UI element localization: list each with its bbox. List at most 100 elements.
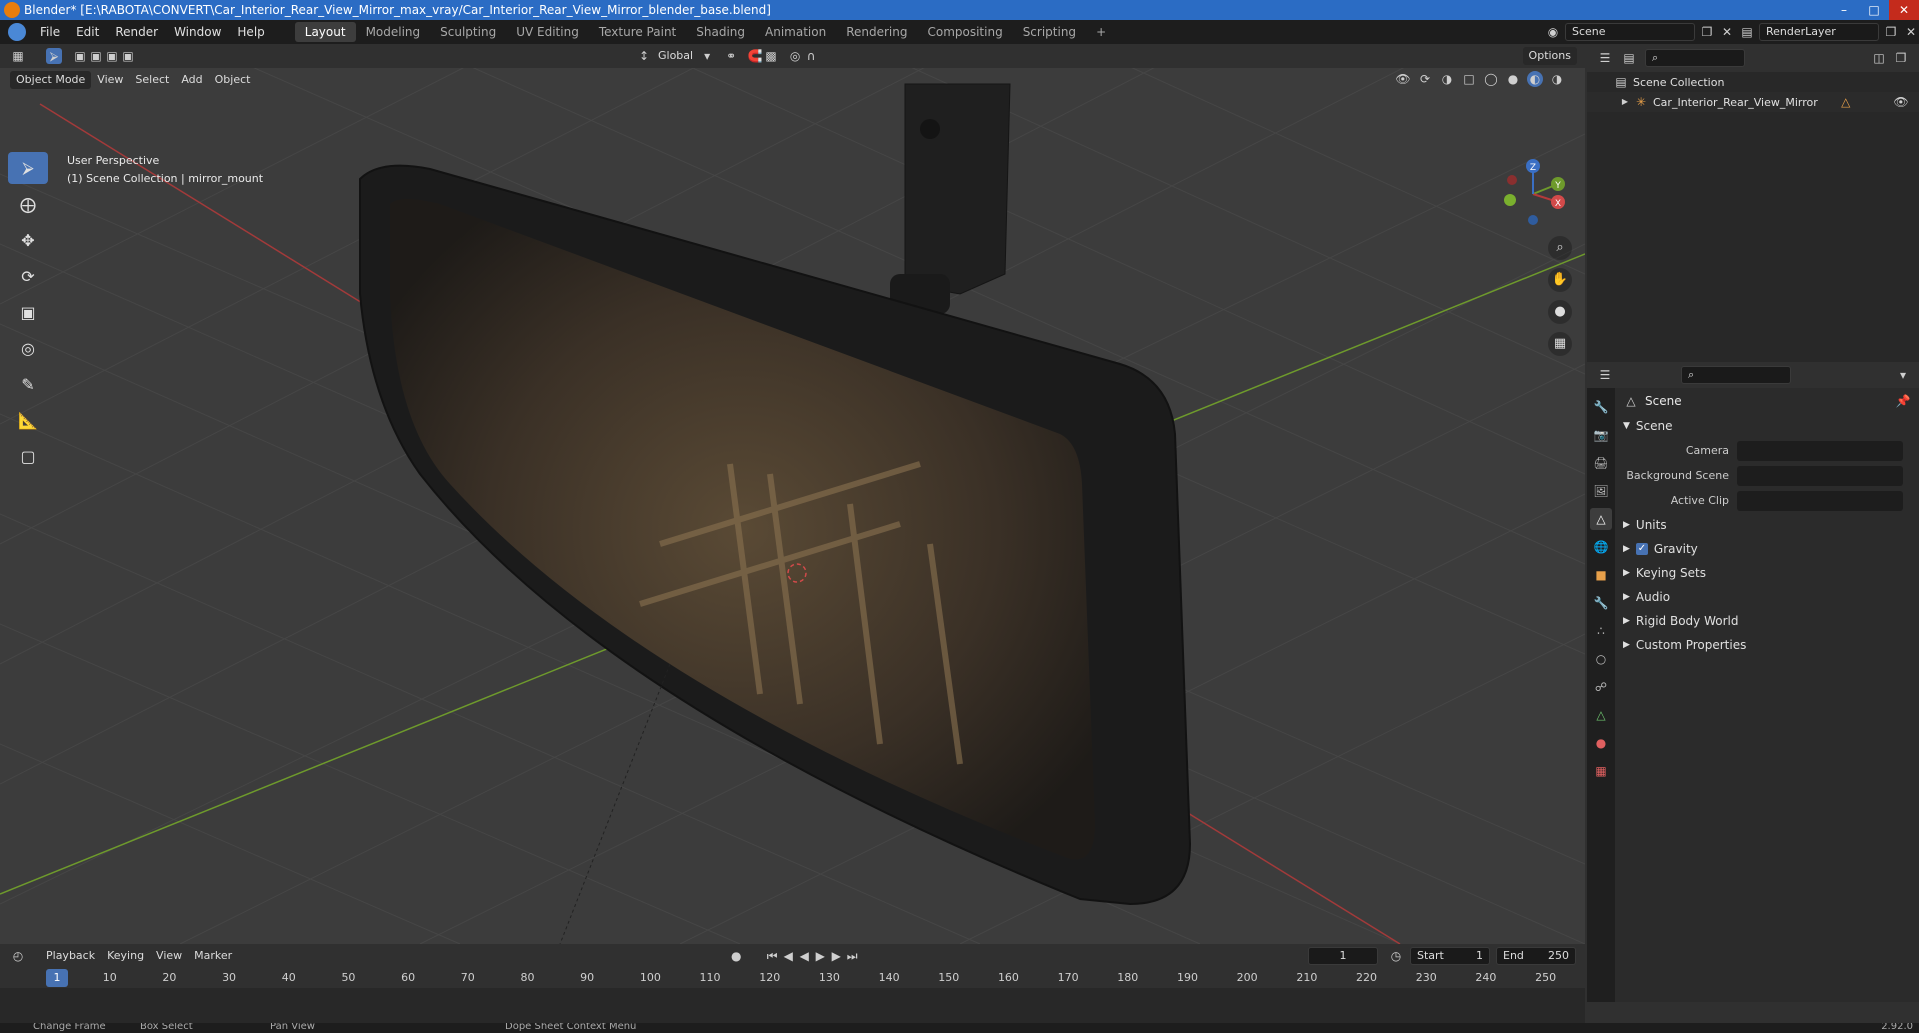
texture-tab-icon[interactable]: ▦ — [1590, 760, 1612, 782]
workspace-tab-compositing[interactable]: Compositing — [917, 22, 1012, 42]
overlays-icon[interactable]: ◑ — [1439, 71, 1455, 87]
proportional-editing-icon[interactable]: ◎ — [787, 48, 803, 64]
eye-visibility-icon[interactable]: 👁 — [1893, 94, 1909, 110]
scale-tool[interactable]: ▣ — [8, 296, 48, 328]
jump-end-icon[interactable]: ⏭ — [844, 948, 860, 964]
measure-tool[interactable]: 📐 — [8, 404, 48, 436]
editor-type-icon[interactable]: ▦ — [10, 48, 26, 64]
scene-selector-icon[interactable]: ◉ — [1545, 24, 1561, 40]
timeline-editor-type-icon[interactable]: ◴ — [10, 948, 26, 964]
marker-menu[interactable]: Marker — [188, 947, 238, 965]
menu-render[interactable]: Render — [107, 25, 166, 39]
delete-scene-icon[interactable]: ✕ — [1719, 24, 1735, 40]
menu-help[interactable]: Help — [229, 25, 272, 39]
render-layer-field[interactable]: RenderLayer — [1759, 23, 1879, 41]
object-tab-icon[interactable]: ■ — [1590, 564, 1612, 586]
pin-icon[interactable]: 📌 — [1895, 393, 1911, 409]
current-frame-marker[interactable]: 1 — [46, 969, 68, 987]
solid-shading-icon[interactable]: ● — [1505, 71, 1521, 87]
constraints-tab-icon[interactable]: ☍ — [1590, 676, 1612, 698]
gravity-checkbox[interactable]: ✓ — [1635, 543, 1648, 555]
keying-menu[interactable]: Keying — [101, 947, 150, 965]
tool-tab-icon[interactable]: 🔧 — [1590, 396, 1612, 418]
cursor-tool[interactable]: ⨁ — [8, 188, 48, 220]
active-clip-field[interactable] — [1737, 490, 1903, 511]
current-frame-field[interactable]: 1 — [1308, 947, 1378, 965]
physics-tab-icon[interactable]: ○ — [1590, 648, 1612, 670]
view-layer-tab-icon[interactable]: 🖼 — [1590, 480, 1612, 502]
camera-view-icon[interactable]: ● — [1548, 300, 1572, 324]
viewport-menu-object[interactable]: Object — [209, 71, 257, 89]
minimize-button[interactable]: – — [1829, 0, 1859, 20]
close-button[interactable]: ✕ — [1889, 0, 1919, 20]
particles-tab-icon[interactable]: ∴ — [1590, 620, 1612, 642]
workspace-tab-uv-editing[interactable]: UV Editing — [506, 22, 589, 42]
move-tool[interactable]: ✥ — [8, 224, 48, 256]
new-collection-icon[interactable]: ❐ — [1893, 50, 1909, 66]
menu-window[interactable]: Window — [166, 25, 229, 39]
menu-file[interactable]: File — [32, 25, 68, 39]
viewport-menu-select[interactable]: Select — [129, 71, 175, 89]
workspace-tab-modeling[interactable]: Modeling — [356, 22, 431, 42]
workspace-tab-scripting[interactable]: Scripting — [1013, 22, 1086, 42]
timeline-view-menu[interactable]: View — [150, 947, 188, 965]
snap-target-icon[interactable]: ▩ — [763, 48, 779, 64]
transform-orientation-dropdown[interactable]: Global — [652, 47, 699, 65]
clock-icon[interactable]: ◷ — [1388, 948, 1404, 964]
ortho-grid-icon[interactable]: ▦ — [1548, 332, 1572, 356]
properties-editor-type-icon[interactable]: ☰ — [1597, 367, 1613, 383]
pan-hand-icon[interactable]: ✋ — [1548, 268, 1572, 292]
zoom-icon[interactable]: ⌕ — [1548, 236, 1572, 260]
wireframe-shading-icon[interactable]: ◯ — [1483, 71, 1499, 87]
select-mode-icon[interactable]: ⮚ — [46, 48, 62, 64]
workspace-tab-animation[interactable]: Animation — [755, 22, 836, 42]
start-frame-field[interactable]: Start 1 — [1410, 947, 1490, 965]
3d-viewport[interactable]: ⮚ ⨁ ✥ ⟳ ▣ ◎ ✎ 📐 ▢ User Perspective (1) S… — [0, 44, 1585, 944]
gizmo-toggle-icon[interactable]: ⟳ — [1417, 71, 1433, 87]
add-cube-tool[interactable]: ▢ — [8, 440, 48, 472]
add-workspace-button[interactable]: + — [1086, 22, 1116, 42]
maximize-button[interactable]: □ — [1859, 0, 1889, 20]
object-mode-dropdown[interactable]: Object Mode — [10, 71, 92, 89]
workspace-tab-shading[interactable]: Shading — [686, 22, 755, 42]
scene-name-field[interactable]: Scene — [1565, 23, 1695, 41]
output-tab-icon[interactable]: 🖨 — [1590, 452, 1612, 474]
filter-icon[interactable]: ◫ — [1871, 50, 1887, 66]
expand-arrow-icon[interactable]: ▶ — [1617, 94, 1633, 110]
new-view-layer-icon[interactable]: ❐ — [1883, 24, 1899, 40]
play-icon[interactable]: ▶ — [812, 948, 828, 964]
new-scene-icon[interactable]: ❐ — [1699, 24, 1715, 40]
workspace-tab-layout[interactable]: Layout — [294, 22, 356, 42]
select-box-tool[interactable]: ⮚ — [8, 152, 48, 184]
falloff-icon[interactable]: ∩ — [803, 48, 819, 64]
gravity-panel[interactable]: ▶ ✓ Gravity — [1615, 537, 1919, 561]
timeline-ruler[interactable]: 1 10 20 30 40 50 60 70 80 90 100 110 120 130 140 150 160… — [0, 968, 1585, 1023]
select-new-icon[interactable]: ▣ — [72, 48, 88, 64]
outliner-item-row[interactable]: ▶ ✳ Car_Interior_Rear_View_Mirror △ 👁 — [1587, 92, 1919, 112]
modifier-tab-icon[interactable]: 🔧 — [1590, 592, 1612, 614]
workspace-tab-sculpting[interactable]: Sculpting — [430, 22, 506, 42]
custom-properties-panel[interactable]: ▶ Custom Properties — [1615, 633, 1919, 657]
units-panel[interactable]: ▶ Units — [1615, 513, 1919, 537]
audio-panel[interactable]: ▶ Audio — [1615, 585, 1919, 609]
jump-start-icon[interactable]: ⏮ — [764, 948, 780, 964]
workspace-tab-texture-paint[interactable]: Texture Paint — [589, 22, 686, 42]
render-layer-icon[interactable]: ▤ — [1739, 24, 1755, 40]
rotate-tool[interactable]: ⟳ — [8, 260, 48, 292]
workspace-tab-rendering[interactable]: Rendering — [836, 22, 917, 42]
transform-tool[interactable]: ◎ — [8, 332, 48, 364]
properties-search-input[interactable]: ⌕ — [1681, 366, 1791, 384]
world-tab-icon[interactable]: 🌐 — [1590, 536, 1612, 558]
select-intersect-icon[interactable]: ▣ — [120, 48, 136, 64]
outliner-editor-type-icon[interactable]: ☰ — [1597, 50, 1613, 66]
properties-options-icon[interactable]: ▾ — [1895, 367, 1911, 383]
pivot-point-icon[interactable]: ⚭ — [723, 48, 739, 64]
record-icon[interactable]: ● — [728, 948, 744, 964]
play-reverse-icon[interactable]: ◀ — [796, 948, 812, 964]
scene-panel-header[interactable]: ▼ Scene — [1615, 414, 1919, 438]
render-tab-icon[interactable]: 📷 — [1590, 424, 1612, 446]
keying-sets-panel[interactable]: ▶ Keying Sets — [1615, 561, 1919, 585]
next-keyframe-icon[interactable]: ▶ — [828, 948, 844, 964]
data-tab-icon[interactable]: △ — [1590, 704, 1612, 726]
visibility-icon[interactable]: 👁 — [1395, 71, 1411, 87]
